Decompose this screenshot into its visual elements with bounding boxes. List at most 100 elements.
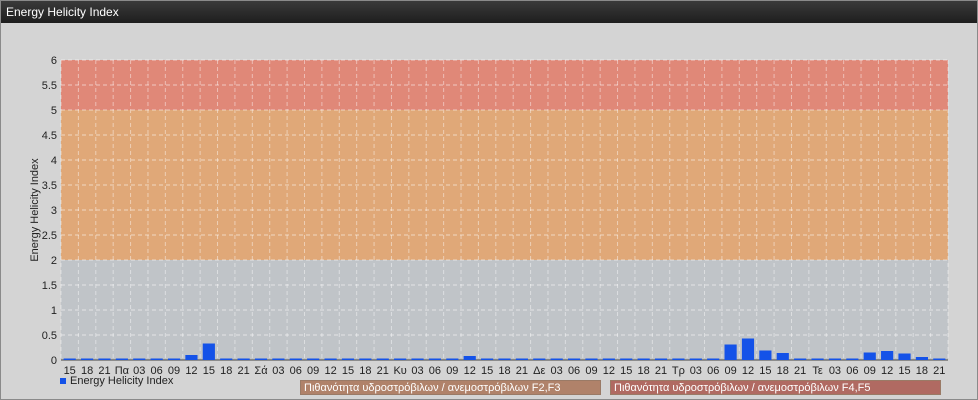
- bar: [324, 358, 337, 360]
- y-tick-label: 3: [51, 205, 57, 217]
- bar: [428, 358, 442, 360]
- bar: [220, 358, 233, 360]
- bar: [411, 358, 424, 360]
- bar: [776, 353, 789, 360]
- bar: [446, 358, 459, 360]
- bar: [654, 358, 668, 360]
- y-tick-label: 0: [51, 355, 57, 367]
- bar: [533, 358, 546, 360]
- x-tick-label: 15: [342, 365, 354, 377]
- x-tick-label: 15: [203, 365, 215, 377]
- x-tick-label: 18: [777, 365, 789, 377]
- legend-series[interactable]: Energy Helicity Index: [60, 375, 173, 387]
- x-tick-label: 03: [829, 365, 841, 377]
- x-tick-label: 18: [916, 365, 928, 377]
- x-tick-label: Τε: [812, 365, 823, 377]
- x-tick-label: 12: [742, 365, 754, 377]
- bar: [272, 358, 285, 360]
- bar: [637, 358, 650, 360]
- bar: [672, 358, 685, 360]
- x-tick-label: Δε: [533, 365, 545, 377]
- bar: [133, 358, 146, 360]
- y-tick-label: 2.5: [42, 230, 57, 242]
- bar: [307, 358, 320, 360]
- x-tick-label: 06: [846, 365, 858, 377]
- bar: [289, 358, 302, 360]
- x-tick-label: Τρ: [672, 365, 685, 377]
- bar: [828, 358, 842, 360]
- x-tick-label: 15: [620, 365, 632, 377]
- x-tick-label: 06: [707, 365, 719, 377]
- bar: [515, 358, 528, 360]
- bar: [115, 358, 128, 360]
- x-tick-label: 12: [324, 365, 336, 377]
- x-tick-label: 18: [638, 365, 650, 377]
- x-tick-label: 03: [690, 365, 702, 377]
- x-tick-label: 15: [898, 365, 910, 377]
- bar: [202, 343, 215, 360]
- bar: [376, 358, 389, 360]
- bar: [567, 358, 581, 360]
- x-tick-label: 12: [881, 365, 893, 377]
- legend-band-f4f5: Πιθανότητα υδροστρόβιλων / ανεμοστρόβιλω…: [610, 380, 941, 395]
- bar: [185, 355, 198, 360]
- legend-band-f4f5-label: Πιθανότητα υδροστρόβιλων / ανεμοστρόβιλω…: [614, 382, 871, 394]
- bar: [689, 358, 702, 360]
- x-tick-label: 06: [290, 365, 302, 377]
- x-tick-label: 21: [655, 365, 667, 377]
- x-tick-label: 03: [411, 365, 423, 377]
- legend-band-f2f3: Πιθανότητα υδροστρόβιλων / ανεμοστρόβιλω…: [300, 380, 601, 395]
- y-tick-label: 1: [51, 305, 57, 317]
- y-tick-label: 5: [51, 105, 57, 117]
- x-tick-label: 12: [464, 365, 476, 377]
- bar: [167, 358, 181, 360]
- bar: [550, 358, 563, 360]
- bar: [602, 358, 615, 360]
- x-tick-label: 21: [377, 365, 389, 377]
- x-tick-label: 09: [724, 365, 736, 377]
- chart-svg: 00.511.522.533.544.555.5615 18 21 Πα 03 06 09 1…: [29, 55, 949, 377]
- x-tick-label: 09: [864, 365, 876, 377]
- x-tick-label: 12: [185, 365, 197, 377]
- bar: [98, 358, 111, 360]
- x-tick-label: 18: [498, 365, 510, 377]
- bar: [741, 338, 755, 360]
- bar: [463, 356, 476, 360]
- x-tick-label: 21: [237, 365, 249, 377]
- bar: [620, 358, 633, 360]
- bar: [863, 352, 876, 360]
- bar: [237, 358, 250, 360]
- bar: [498, 358, 511, 360]
- y-tick-label: 2: [51, 255, 57, 267]
- bar: [341, 358, 355, 360]
- x-tick-label: 09: [307, 365, 319, 377]
- bar: [359, 358, 372, 360]
- x-tick-label: Σά: [254, 365, 268, 377]
- y-tick-label: 3.5: [42, 180, 57, 192]
- x-tick-label: 18: [220, 365, 232, 377]
- x-tick-label: 06: [568, 365, 580, 377]
- x-tick-label: 12: [603, 365, 615, 377]
- bar: [933, 358, 946, 360]
- y-tick-label: 5.5: [42, 80, 57, 92]
- y-tick-label: 6: [51, 55, 57, 67]
- bar: [846, 358, 859, 360]
- bar: [759, 350, 772, 360]
- x-tick-label: 21: [516, 365, 528, 377]
- bar: [63, 358, 76, 360]
- legend-swatch: [60, 378, 66, 385]
- bar: [881, 351, 894, 360]
- bar: [915, 357, 928, 360]
- x-tick-label: 15: [481, 365, 493, 377]
- x-tick-label: 09: [585, 365, 597, 377]
- bar: [394, 358, 407, 360]
- y-tick-label: 4: [51, 155, 57, 167]
- y-tick-label: 1.5: [42, 280, 57, 292]
- bar: [254, 358, 268, 360]
- bar: [724, 344, 737, 360]
- y-tick-label: 0.5: [42, 330, 57, 342]
- x-tick-label: Κυ: [393, 365, 406, 377]
- x-tick-label: 21: [933, 365, 945, 377]
- y-axis-label: Energy Helicity Index: [29, 158, 41, 262]
- legend-series-label: Energy Helicity Index: [70, 375, 174, 387]
